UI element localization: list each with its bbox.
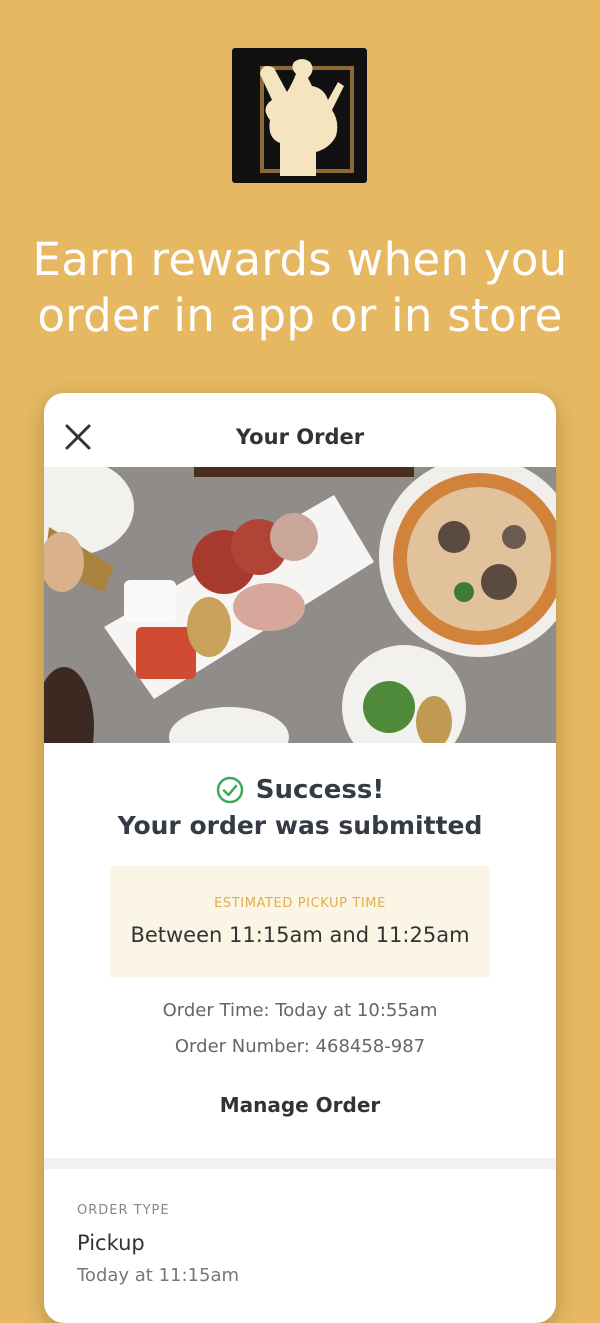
check-circle-icon <box>216 776 243 804</box>
pickup-time-value: Between 11:15am and 11:25am <box>130 923 470 947</box>
pickup-time-label: ESTIMATED PICKUP TIME <box>214 896 386 911</box>
success-subtitle: Your order was submitted <box>117 811 483 840</box>
page-title: Your Order <box>235 425 365 449</box>
pickup-time-box: ESTIMATED PICKUP TIME Between 11:15am an… <box>110 866 490 977</box>
food-photo <box>44 467 556 743</box>
headline-line-2: order in app or in store <box>37 289 563 342</box>
order-type-label: ORDER TYPE <box>77 1203 170 1218</box>
order-card: Your Order Success! Your order was submi… <box>44 393 556 1323</box>
manage-order-button[interactable]: Manage Order <box>44 1093 556 1117</box>
order-time: Order Time: Today at 10:55am <box>162 1000 438 1021</box>
success-message: Success! Your order was submitted <box>44 775 556 840</box>
brand-logo <box>232 48 367 183</box>
promo-headline: Earn rewards when you order in app or in… <box>0 232 600 344</box>
order-type-value: Pickup <box>77 1231 145 1255</box>
section-divider <box>44 1158 556 1169</box>
headline-line-1: Earn rewards when you <box>32 233 568 286</box>
card-header: Your Order <box>44 393 556 467</box>
order-type-time: Today at 11:15am <box>77 1265 240 1286</box>
order-number: Order Number: 468458-987 <box>174 1036 426 1057</box>
success-title: Success! <box>255 775 385 805</box>
